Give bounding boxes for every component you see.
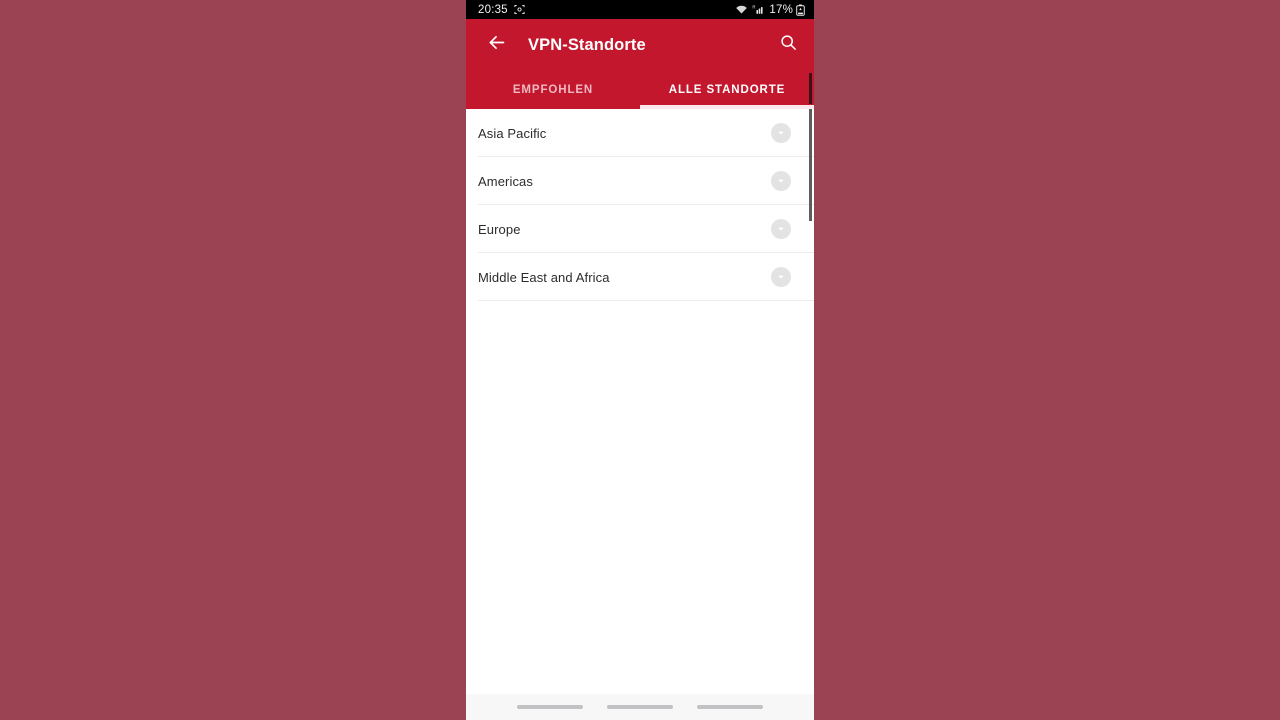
tab-empfohlen-label: EMPFOHLEN: [512, 84, 594, 96]
phone-screen: 20:35 R 17% VPN-Standorte EMPFOHLEN ALLE…: [466, 0, 814, 720]
tab-alle-standorte[interactable]: ALLE STANDORTE: [640, 71, 814, 109]
chevron-down-icon[interactable]: [771, 171, 791, 191]
list-item[interactable]: Asia Pacific: [466, 109, 814, 157]
battery-icon: [796, 4, 805, 16]
tab-alle-standorte-label: ALLE STANDORTE: [668, 84, 786, 96]
chevron-down-icon[interactable]: [771, 219, 791, 239]
list-item-label: Asia Pacific: [478, 125, 547, 141]
screen-capture-icon: [514, 4, 525, 15]
status-bar-left: 20:35: [478, 4, 525, 16]
chevron-down-icon[interactable]: [771, 267, 791, 287]
system-navigation-bar: [466, 694, 814, 720]
scrollbar-thumb-upper: [809, 73, 812, 104]
list-item[interactable]: Americas: [466, 157, 814, 205]
search-button[interactable]: [768, 25, 808, 65]
search-icon: [779, 33, 798, 57]
page-title: VPN-Standorte: [528, 35, 646, 54]
list-item-label: Middle East and Africa: [478, 269, 610, 285]
tab-bar: EMPFOHLEN ALLE STANDORTE: [466, 71, 814, 109]
status-clock: 20:35: [478, 3, 508, 16]
list-item-label: Europe: [478, 221, 521, 237]
tab-empfohlen[interactable]: EMPFOHLEN: [466, 71, 640, 109]
svg-text:R: R: [753, 4, 756, 9]
home-pill[interactable]: [607, 705, 673, 709]
status-bar-right: R 17%: [735, 4, 805, 16]
back-button[interactable]: [478, 27, 514, 63]
app-bar: VPN-Standorte: [466, 19, 814, 71]
back-arrow-icon: [486, 32, 507, 58]
status-bar: 20:35 R 17%: [466, 0, 814, 19]
list-item[interactable]: Middle East and Africa: [466, 253, 814, 301]
list-item-label: Americas: [478, 173, 533, 189]
screen-root: 20:35 R 17% VPN-Standorte EMPFOHLEN ALLE…: [0, 0, 1280, 720]
location-list: Asia Pacific Americas Europe Middle East…: [466, 109, 814, 720]
list-item[interactable]: Europe: [466, 205, 814, 253]
wifi-icon: [735, 4, 749, 15]
back-pill[interactable]: [697, 705, 763, 709]
chevron-down-icon[interactable]: [771, 123, 791, 143]
cellular-signal-icon: R: [751, 4, 765, 16]
battery-percent-label: 17%: [769, 3, 793, 16]
recents-pill[interactable]: [517, 705, 583, 709]
